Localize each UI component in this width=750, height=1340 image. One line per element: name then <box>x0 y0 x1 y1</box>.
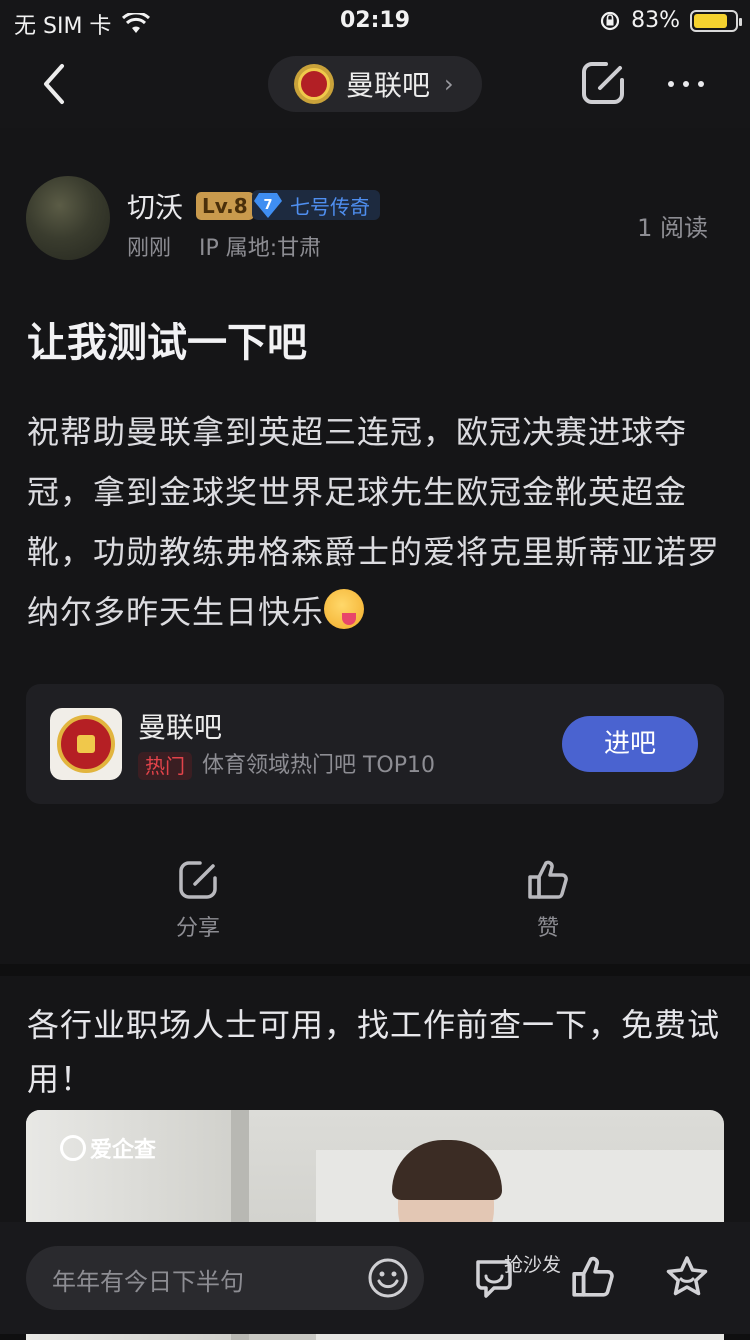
comment-placeholder: 年年有今日下半句 <box>52 1268 244 1296</box>
share-icon <box>179 861 217 899</box>
thumbs-up-icon <box>528 860 568 899</box>
chevron-right-icon: › <box>444 70 454 98</box>
more-icon[interactable] <box>668 74 718 94</box>
forum-logo-icon <box>294 64 334 104</box>
club-crest-icon <box>50 708 122 780</box>
status-bar: 无 SIM 卡 02:19 83% <box>0 0 750 44</box>
status-right: 83% <box>599 8 742 33</box>
enter-forum-button[interactable]: 进吧 <box>562 716 698 772</box>
back-icon[interactable] <box>36 62 80 106</box>
post-meta: 刚刚 IP 属地:甘肃 <box>127 230 321 262</box>
share-icon[interactable] <box>578 58 628 108</box>
hot-tag: 热门 <box>138 752 192 780</box>
yum-emoji-icon <box>324 589 365 629</box>
forum-pill-title: 曼联吧 <box>346 69 431 102</box>
comment-input[interactable]: 年年有今日下半句 <box>26 1246 424 1310</box>
forum-card-name: 曼联吧 <box>138 711 223 744</box>
ad-brand-logo: 爱企查 <box>60 1132 156 1164</box>
post-body-text: 祝帮助曼联拿到英超三连冠，欧冠决赛进球夺冠，拿到金球奖世界足球先生欧冠金靴英超金… <box>27 413 721 631</box>
emoji-icon[interactable] <box>366 1256 410 1300</box>
search-logo-icon <box>60 1135 86 1161</box>
diamond-icon: 7 <box>252 190 284 220</box>
post-container: 切沃 Lv.8 7 七号传奇 刚刚 IP 属地:甘肃 1 阅读 让我测试一下吧 … <box>0 128 750 964</box>
read-count: 1 阅读 <box>637 214 708 242</box>
post-title: 让我测试一下吧 <box>27 320 307 366</box>
thumbs-up-icon[interactable] <box>570 1254 616 1300</box>
orientation-lock-icon <box>600 11 620 30</box>
forum-card-subtitle: 体育领域热门吧 TOP10 <box>202 753 436 778</box>
nav-bar: 曼联吧 › <box>0 44 750 128</box>
like-action[interactable]: 赞 <box>498 858 598 942</box>
sofa-badge: 抢沙发 <box>504 1254 562 1276</box>
ip-location: IP 属地:甘肃 <box>199 236 322 261</box>
level-badge: Lv.8 <box>196 192 254 220</box>
ad-brand: 爱企查 <box>90 1138 157 1163</box>
bottom-bar: 年年有今日下半句 抢沙发 <box>0 1222 750 1334</box>
battery-percent: 83% <box>631 8 680 33</box>
post-body: 祝帮助曼联拿到英超三连冠，欧冠决赛进球夺冠，拿到金球奖世界足球先生欧冠金靴英超金… <box>27 402 727 642</box>
honor-badge[interactable]: 7 七号传奇 <box>252 190 380 220</box>
forum-pill[interactable]: 曼联吧 › <box>268 56 482 112</box>
avatar[interactable] <box>26 176 110 260</box>
share-action[interactable]: 分享 <box>148 858 248 942</box>
share-label: 分享 <box>175 916 220 941</box>
author-name[interactable]: 切沃 <box>127 186 183 226</box>
post-time: 刚刚 <box>127 236 172 261</box>
ad-text: 各行业职场人士可用，找工作前查一下，免费试用！ <box>27 1006 721 1098</box>
honor-rank: 7 <box>263 198 272 213</box>
star-favorite-icon[interactable] <box>664 1254 710 1300</box>
forum-card[interactable]: 曼联吧 热门 体育领域热门吧 TOP10 进吧 <box>26 684 724 804</box>
honor-title: 七号传奇 <box>290 194 370 219</box>
like-label: 赞 <box>536 916 559 941</box>
battery-icon <box>690 9 742 32</box>
